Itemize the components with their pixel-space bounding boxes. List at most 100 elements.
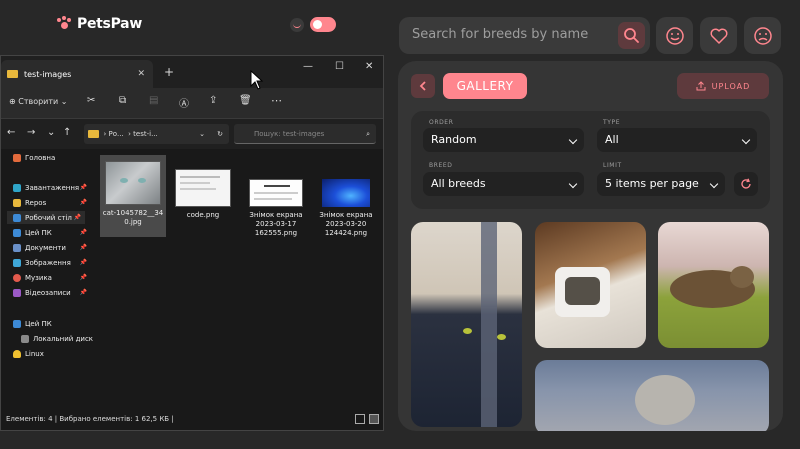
file-name: Знімок екрана 2023-03-20 124424.png bbox=[319, 211, 373, 237]
sidebar-item-videos[interactable]: Відеозаписи 📌 bbox=[13, 286, 91, 299]
breed-select[interactable]: All breeds bbox=[423, 172, 584, 196]
limit-select[interactable]: 5 items per page bbox=[597, 172, 725, 196]
pin-icon: 📌 bbox=[79, 184, 87, 191]
explorer-tab-bar: test-images ✕ + — ☐ ✕ bbox=[1, 56, 383, 88]
filters-box: ORDER Random TYPE All BREED All breeds L… bbox=[411, 111, 770, 209]
details-view-icon[interactable] bbox=[355, 414, 365, 424]
gallery-photo-cat-on-blanket[interactable] bbox=[535, 360, 769, 431]
file-item-cat-jpg[interactable]: cat-1045782__340.jpg bbox=[100, 155, 166, 237]
sidebar-item-music[interactable]: Музика 📌 bbox=[13, 271, 91, 284]
breed-value: All breeds bbox=[431, 177, 486, 190]
breadcrumb-segment[interactable]: Ро... bbox=[108, 130, 123, 138]
back-button[interactable] bbox=[411, 74, 435, 98]
more-options-icon[interactable]: ⋯ bbox=[271, 94, 282, 107]
minimize-button[interactable]: — bbox=[303, 61, 313, 72]
status-bar: Елементів: 4 | Вибрано елементів: 1 62,5… bbox=[1, 408, 383, 430]
heart-icon bbox=[710, 28, 727, 44]
petspaw-logo[interactable]: PetsPaw bbox=[56, 16, 142, 32]
pin-icon: 📌 bbox=[73, 214, 81, 221]
sidebar-item-linux[interactable]: Linux bbox=[13, 347, 91, 360]
folder-icon bbox=[88, 130, 99, 138]
order-label: ORDER bbox=[429, 119, 454, 126]
file-name: code.png bbox=[186, 211, 220, 219]
tiles-view-icon[interactable] bbox=[369, 414, 379, 424]
chevron-down-icon bbox=[709, 179, 719, 189]
folder-icon bbox=[7, 70, 18, 78]
breadcrumb-segment[interactable]: test-i... bbox=[133, 130, 158, 138]
sidebar-item-documents[interactable]: Документи 📌 bbox=[13, 241, 91, 254]
sidebar-item-local-disk[interactable]: Локальний диск bbox=[21, 332, 99, 345]
new-tab-button[interactable]: + bbox=[164, 65, 174, 79]
chevron-down-icon bbox=[741, 135, 751, 145]
mouse-cursor-icon bbox=[250, 70, 264, 90]
address-bar[interactable]: › Ро... › test-i... ⌄ ↻ bbox=[84, 124, 229, 144]
address-bar-row: ← → ⌄ ↑ › Ро... › test-i... ⌄ ↻ Пошук: t… bbox=[1, 119, 383, 149]
home-icon bbox=[13, 153, 21, 162]
sidebar-item-this-pc-tree[interactable]: Цей ПК bbox=[13, 317, 91, 330]
up-arrow-icon[interactable]: ↑ bbox=[63, 127, 71, 138]
copy-icon[interactable]: ⧉ bbox=[119, 95, 126, 106]
file-item-code-png[interactable]: code.png bbox=[170, 169, 236, 220]
close-tab-icon[interactable]: ✕ bbox=[137, 69, 145, 79]
page-title: GALLERY bbox=[443, 73, 527, 99]
dislikes-button[interactable] bbox=[744, 17, 781, 54]
refresh-button[interactable] bbox=[734, 172, 758, 196]
smile-icon bbox=[665, 26, 684, 45]
explorer-tab[interactable]: test-images ✕ bbox=[1, 60, 153, 88]
close-window-button[interactable]: ✕ bbox=[365, 61, 373, 72]
sidebar-item-repos[interactable]: Repos 📌 bbox=[13, 196, 91, 209]
share-icon[interactable]: ⇪ bbox=[209, 95, 217, 106]
paw-icon bbox=[56, 16, 72, 32]
chevron-down-icon[interactable]: ⌄ bbox=[47, 127, 55, 138]
gallery-panel: GALLERY UPLOAD ORDER Random TYPE All BRE… bbox=[398, 61, 783, 431]
back-arrow-icon[interactable]: ← bbox=[7, 127, 15, 138]
cut-icon[interactable]: ✂ bbox=[87, 95, 95, 106]
search-button[interactable] bbox=[618, 22, 645, 49]
refresh-icon bbox=[741, 178, 751, 189]
delete-icon[interactable]: 🗑 bbox=[239, 95, 252, 106]
chevron-down-icon bbox=[568, 179, 578, 189]
paste-icon[interactable]: ▤ bbox=[149, 95, 158, 106]
limit-value: 5 items per page bbox=[605, 177, 699, 190]
disk-icon bbox=[21, 334, 29, 343]
sidebar-item-downloads[interactable]: Завантаження 📌 bbox=[13, 181, 91, 194]
chevron-down-icon[interactable]: ⌄ bbox=[199, 124, 205, 144]
upload-button[interactable]: UPLOAD bbox=[677, 73, 769, 99]
likes-button[interactable] bbox=[656, 17, 693, 54]
limit-label: LIMIT bbox=[603, 162, 622, 169]
sidebar-item-this-pc[interactable]: Цей ПК 📌 bbox=[13, 226, 91, 239]
theme-toggle[interactable] bbox=[290, 17, 336, 32]
computer-icon bbox=[13, 319, 21, 328]
sidebar-item-pictures[interactable]: Зображення 📌 bbox=[13, 256, 91, 269]
download-icon bbox=[13, 183, 21, 192]
order-select[interactable]: Random bbox=[423, 128, 584, 152]
chevron-left-icon bbox=[419, 81, 426, 91]
type-select[interactable]: All bbox=[597, 128, 757, 152]
create-button[interactable]: ⊕ Створити ⌄ bbox=[9, 97, 68, 106]
gallery-photo-black-cat[interactable] bbox=[411, 222, 522, 427]
refresh-icon[interactable]: ↻ bbox=[217, 124, 223, 144]
linux-icon bbox=[13, 349, 21, 358]
sidebar-item-home[interactable]: Головна bbox=[13, 151, 91, 164]
toggle-switch[interactable] bbox=[310, 17, 336, 32]
sidebar-item-desktop[interactable]: Робочий стіл 📌 bbox=[7, 211, 85, 224]
computer-icon bbox=[13, 228, 21, 237]
breed-search-box[interactable]: Search for breeds by name bbox=[399, 17, 650, 54]
file-explorer-window: test-images ✕ + — ☐ ✕ ⊕ Створити ⌄ ✂ ⧉ ▤… bbox=[0, 55, 384, 431]
image-thumbnail bbox=[322, 179, 370, 207]
gallery-photo-cat-on-counter[interactable] bbox=[658, 222, 769, 348]
pin-icon: 📌 bbox=[79, 259, 87, 266]
status-text: Елементів: 4 | Вибрано елементів: 1 62,5… bbox=[6, 415, 174, 423]
forward-arrow-icon[interactable]: → bbox=[27, 127, 35, 138]
pin-icon: 📌 bbox=[79, 244, 87, 251]
rename-icon[interactable]: Ⓐ bbox=[179, 95, 189, 110]
gallery-photo-cat-in-sink[interactable] bbox=[535, 222, 646, 348]
maximize-button[interactable]: ☐ bbox=[335, 61, 344, 72]
file-item-screenshot-1[interactable]: Знімок екрана 2023-03-17 162555.png bbox=[243, 179, 309, 238]
favourites-button[interactable] bbox=[700, 17, 737, 54]
explorer-search-input[interactable]: Пошук: test-images ⌕ bbox=[234, 124, 376, 144]
search-input[interactable]: Search for breeds by name bbox=[412, 27, 588, 42]
explorer-body: Головна Завантаження 📌 Repos 📌 Робочий сті… bbox=[1, 149, 383, 409]
file-item-screenshot-2[interactable]: Знімок екрана 2023-03-20 124424.png bbox=[313, 179, 379, 238]
pin-icon: 📌 bbox=[79, 274, 87, 281]
